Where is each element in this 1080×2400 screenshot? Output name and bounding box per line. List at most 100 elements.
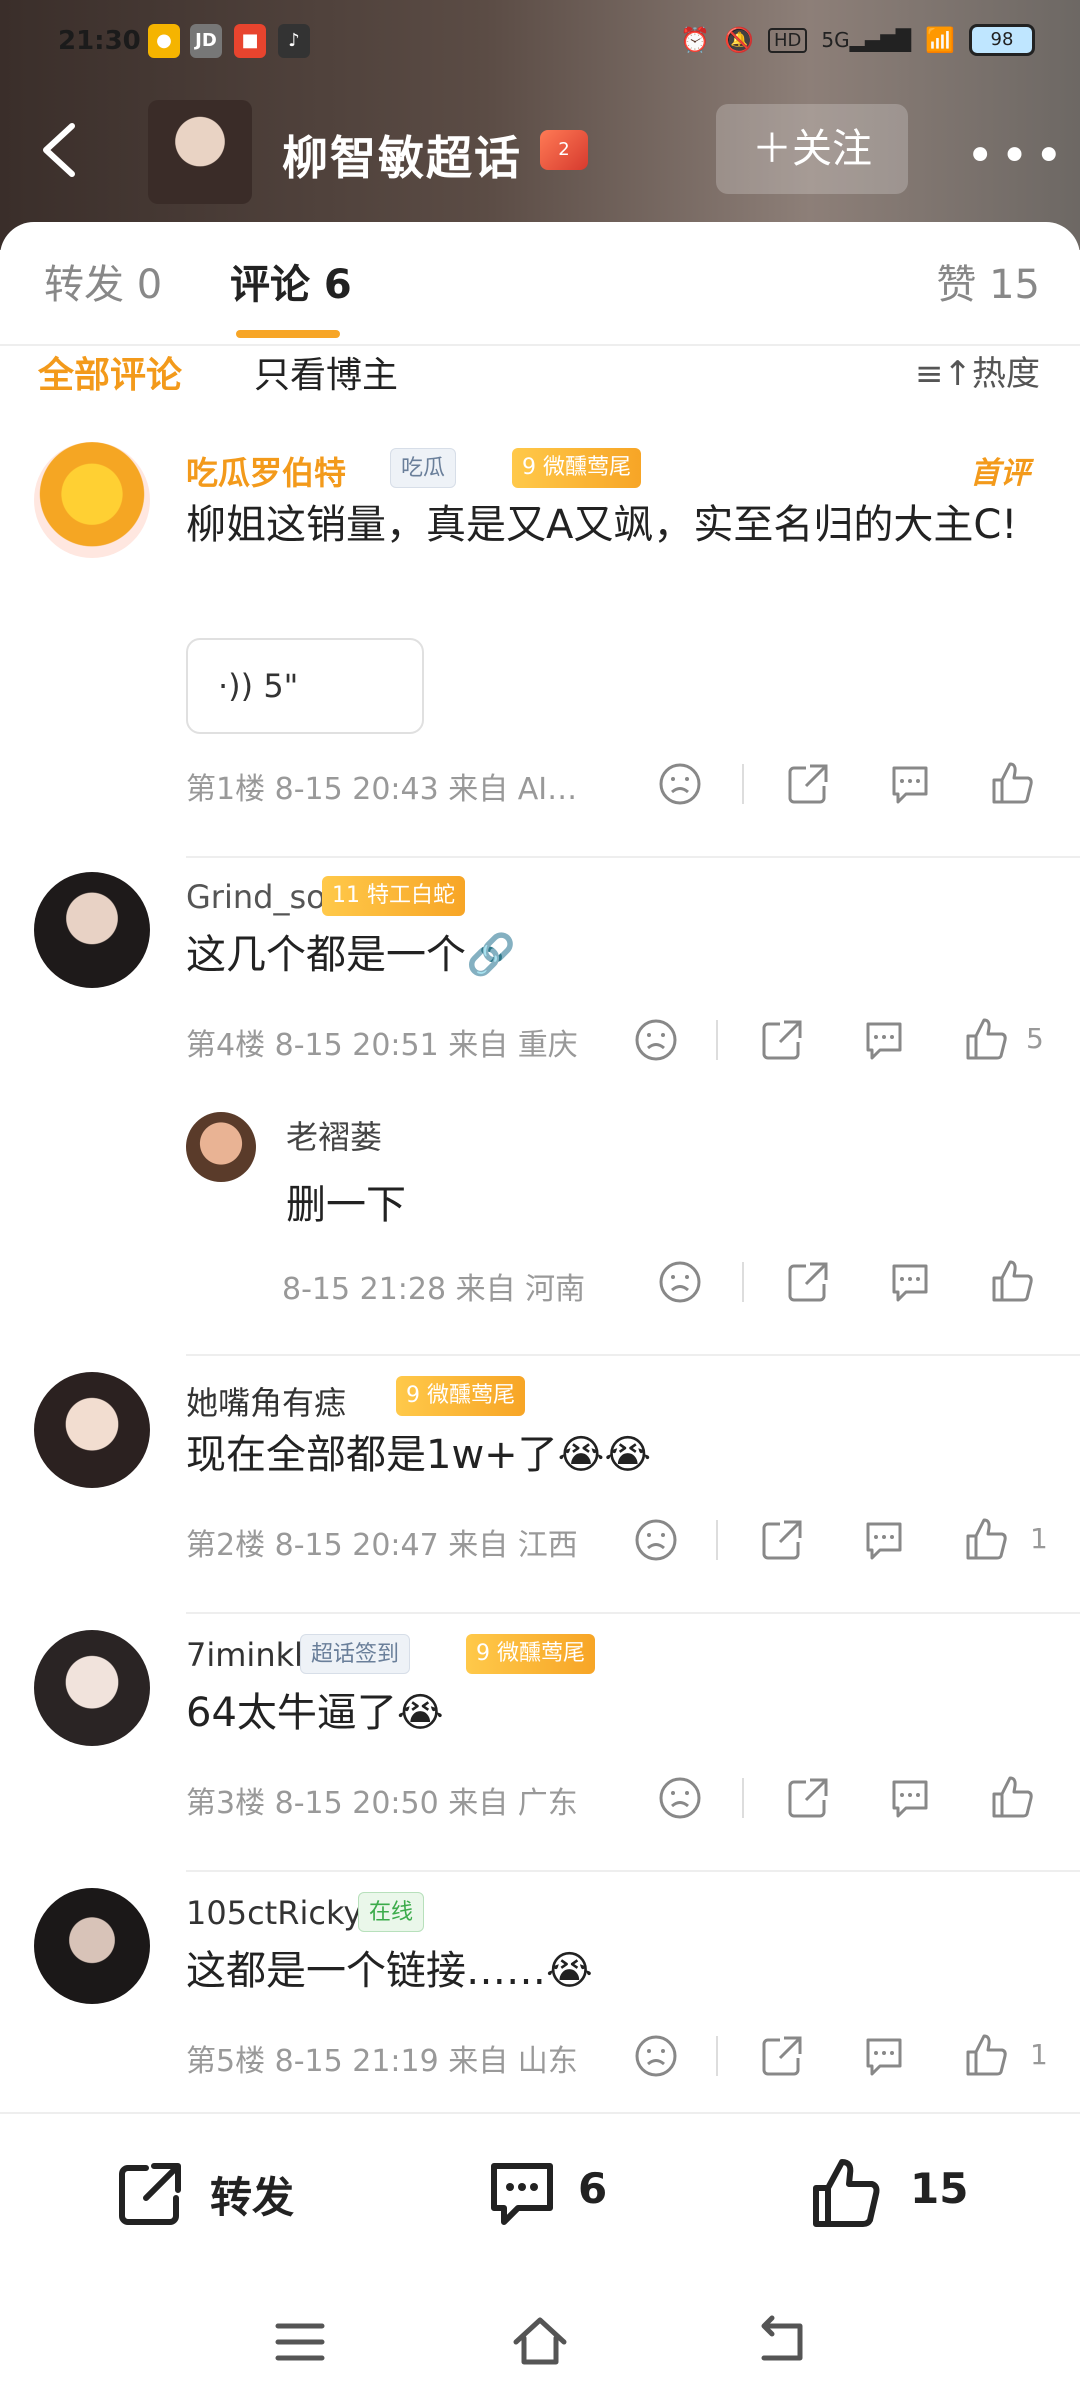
like-icon[interactable] (962, 2032, 1010, 2080)
separator (716, 1020, 718, 1060)
comment-meta: 第1楼 8-15 20:43 来自 AI… (186, 772, 578, 807)
reply-icon[interactable] (860, 1516, 908, 1564)
alarm-icon: ⏰ (680, 26, 711, 54)
home-icon[interactable] (510, 2312, 570, 2372)
level-badge: 2 (540, 130, 588, 170)
username[interactable]: 吃瓜罗伯特 (186, 448, 346, 494)
comment-divider (186, 1612, 1080, 1614)
like-icon[interactable] (988, 1258, 1036, 1306)
comment-meta: 第2楼 8-15 20:47 来自 江西 (186, 1528, 578, 1563)
sort-icon: ≡↑ (915, 354, 972, 394)
dislike-icon[interactable] (632, 1516, 680, 1564)
fan-level-badge: 9 微醺莺尾 (512, 448, 641, 488)
reply-icon[interactable] (860, 1016, 908, 1064)
more-options-icon[interactable]: ••• (966, 128, 1069, 184)
weibo-app-icon: ● (148, 24, 180, 58)
comment-text: 柳姐这销量，真是又A又飒，实至名归的大主C! (186, 502, 1018, 548)
comment-divider (186, 1354, 1080, 1356)
reply-icon[interactable] (860, 2032, 908, 2080)
avatar[interactable] (34, 1888, 150, 2004)
comment-meta: 第4楼 8-15 20:51 来自 重庆 (186, 1028, 578, 1063)
jd-app-icon: JD (190, 24, 222, 58)
fan-level-badge: 9 微醺莺尾 (396, 1376, 525, 1416)
share-icon[interactable] (758, 1516, 806, 1564)
tab-indicator (236, 330, 340, 338)
wifi-icon: 📶 (925, 26, 955, 54)
voice-message[interactable]: ·)) 5" (186, 638, 424, 734)
avatar[interactable] (34, 1630, 150, 1746)
back-nav-icon[interactable] (750, 2312, 810, 2372)
comment-text: 这都是一个链接……😭 (186, 1948, 593, 1994)
like-icon[interactable] (962, 1516, 1010, 1564)
tab-comments[interactable]: 评论 6 (230, 252, 352, 310)
battery-icon: 98 (969, 24, 1035, 56)
dislike-icon[interactable] (656, 760, 704, 808)
avatar[interactable] (34, 872, 150, 988)
share-icon[interactable] (758, 2032, 806, 2080)
comment-meta: 第3楼 8-15 20:50 来自 广东 (186, 1786, 578, 1821)
menu-icon[interactable] (270, 2312, 330, 2372)
status-bar: 21:30 ● JD ■ ♪ ⏰ 🔕 HD 5G▂▄▆█ 📶 98 (0, 18, 1080, 68)
tab-bar: 转发 0 评论 6 赞 15 (0, 252, 1080, 332)
comment-divider (186, 1870, 1080, 1872)
bottom-action-bar: 转发 6 15 (0, 2112, 1080, 2282)
sort-by-hot[interactable]: ≡↑热度 (915, 346, 1040, 395)
repost-button[interactable]: 转发 (210, 2164, 294, 2225)
comment-count[interactable]: 6 (578, 2164, 607, 2213)
repost-icon[interactable] (112, 2156, 188, 2232)
tab-likes[interactable]: 赞 15 (936, 252, 1040, 310)
avatar[interactable] (34, 442, 150, 558)
follow-button[interactable]: ＋关注 (716, 104, 908, 194)
fan-level-badge: 11 特工白蛇 (322, 876, 465, 916)
status-time: 21:30 (58, 26, 141, 56)
separator (742, 1262, 744, 1302)
like-icon[interactable] (962, 1016, 1010, 1064)
like-icon[interactable] (988, 1774, 1036, 1822)
like-button-icon[interactable] (808, 2156, 884, 2232)
back-arrow-icon[interactable] (36, 120, 84, 180)
5g-signal-icon: 5G▂▄▆█ (821, 28, 912, 52)
dislike-icon[interactable] (632, 2032, 680, 2080)
mute-icon: 🔕 (724, 26, 754, 54)
filter-row: 全部评论 只看博主 ≡↑热度 (0, 346, 1080, 416)
share-icon[interactable] (784, 1774, 832, 1822)
dislike-icon[interactable] (656, 1774, 704, 1822)
dislike-icon[interactable] (632, 1016, 680, 1064)
share-icon[interactable] (784, 760, 832, 808)
comment-meta: 第5楼 8-15 21:19 来自 山东 (186, 2044, 578, 2079)
separator (742, 764, 744, 804)
sort-label: 热度 (972, 354, 1040, 394)
nav-bar: 柳智敏超话 2 ＋关注 ••• (0, 100, 1080, 204)
username[interactable]: Grind_so (186, 878, 326, 916)
topic-header: 21:30 ● JD ■ ♪ ⏰ 🔕 HD 5G▂▄▆█ 📶 98 柳智敏超话 … (0, 0, 1080, 250)
username[interactable]: 105ctRicky (186, 1894, 362, 1932)
avatar[interactable] (34, 1372, 150, 1488)
comment-text: 64太牛逼了😭 (186, 1690, 444, 1736)
filter-author-only[interactable]: 只看博主 (254, 346, 398, 398)
reply-username[interactable]: 老褶蒌 (286, 1112, 382, 1158)
reply-icon[interactable] (886, 1258, 934, 1306)
share-icon[interactable] (784, 1258, 832, 1306)
username[interactable]: 7iminkk (186, 1636, 313, 1674)
reply-icon[interactable] (886, 760, 934, 808)
reply-icon[interactable] (886, 1774, 934, 1822)
comment-icon[interactable] (484, 2156, 560, 2232)
tab-repost[interactable]: 转发 0 (44, 252, 162, 310)
like-icon[interactable] (988, 760, 1036, 808)
like-count: 5 (1026, 1022, 1044, 1055)
separator (716, 2036, 718, 2076)
topic-avatar[interactable] (148, 100, 252, 204)
topic-title[interactable]: 柳智敏超话 (282, 122, 522, 188)
filter-all-comments[interactable]: 全部评论 (38, 346, 182, 398)
dislike-icon[interactable] (656, 1258, 704, 1306)
like-count-total[interactable]: 15 (910, 2164, 968, 2213)
system-navigation-bar (0, 2282, 1080, 2400)
separator (742, 1778, 744, 1818)
share-icon[interactable] (758, 1016, 806, 1064)
tiktok-app-icon: ♪ (278, 24, 310, 58)
status-right-icons: ⏰ 🔕 HD 5G▂▄▆█ 📶 98 (680, 24, 1035, 56)
username[interactable]: 她嘴角有痣 (186, 1378, 346, 1424)
reply-avatar[interactable] (186, 1112, 256, 1182)
reply-text: 删一下 (286, 1182, 406, 1228)
comment-text: 现在全部都是1w+了😭😭 (186, 1432, 652, 1478)
